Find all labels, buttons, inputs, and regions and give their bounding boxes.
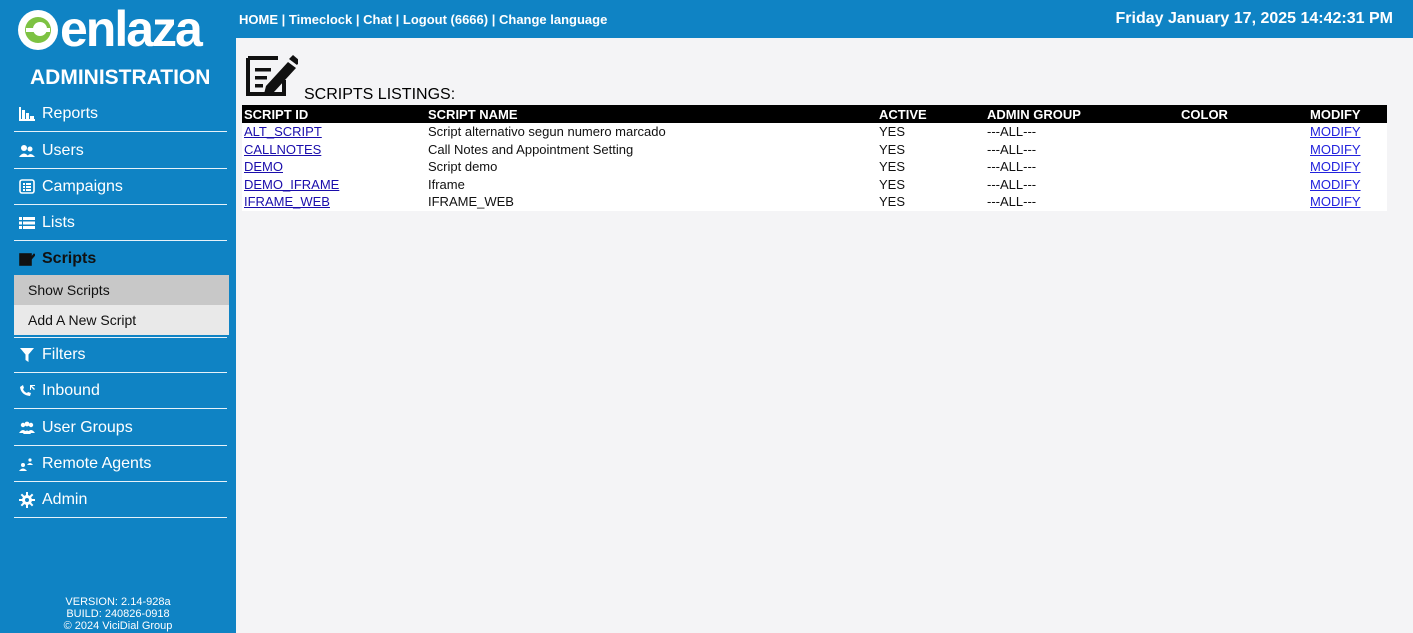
current-datetime: Friday January 17, 2025 14:42:31 PM: [1115, 10, 1394, 27]
sidebar-item-admin[interactable]: Admin: [14, 482, 227, 518]
modify-link[interactable]: MODIFY: [1310, 142, 1361, 157]
timeclock-link[interactable]: Timeclock: [289, 12, 352, 27]
color-cell: [1179, 193, 1308, 211]
column-header-active: ACTIVE: [877, 105, 985, 123]
user-groups-icon: [16, 420, 38, 436]
remote-agents-icon: [16, 456, 38, 472]
users-icon: [16, 143, 38, 159]
sidebar-item-users[interactable]: Users: [14, 133, 227, 169]
sidebar-item-label: Users: [42, 141, 84, 159]
column-header-admin-group: ADMIN GROUP: [985, 105, 1179, 123]
column-header-modify: MODIFY: [1308, 105, 1387, 123]
sidebar-item-label: Admin: [42, 490, 88, 508]
script-id-link[interactable]: DEMO_IFRAME: [244, 177, 339, 192]
active-cell: YES: [879, 194, 906, 210]
inbound-icon: [16, 383, 38, 399]
admin-section-title: ADMINISTRATION: [30, 66, 211, 89]
link-separator: |: [278, 12, 289, 27]
chat-link[interactable]: Chat: [363, 12, 392, 27]
color-cell: [1179, 158, 1308, 176]
admin-group-cell: ---ALL---: [987, 141, 1037, 157]
edit-document-icon: [246, 55, 298, 96]
table-row: DEMO Script demo YES ---ALL--- MODIFY: [242, 158, 1387, 176]
top-bar: HOME | Timeclock | Chat | Logout (6666) …: [236, 0, 1413, 38]
sidebar-item-label: Remote Agents: [42, 454, 152, 472]
sidebar-item-label: Lists: [42, 213, 75, 231]
sidebar-item-lists[interactable]: Lists: [14, 205, 227, 241]
column-header-color: COLOR: [1179, 105, 1308, 123]
script-id-link[interactable]: CALLNOTES: [244, 142, 321, 157]
sidebar-item-label: User Groups: [42, 418, 133, 436]
script-name-cell: Script demo: [428, 159, 498, 175]
table-row: CALLNOTES Call Notes and Appointment Set…: [242, 141, 1387, 159]
logo-mark-icon: [18, 10, 58, 50]
script-name-cell: Call Notes and Appointment Setting: [428, 141, 634, 157]
modify-link[interactable]: MODIFY: [1310, 177, 1361, 192]
home-link[interactable]: HOME: [239, 12, 278, 27]
top-links: HOME | Timeclock | Chat | Logout (6666) …: [239, 12, 607, 27]
color-cell: [1179, 176, 1308, 194]
gear-icon: [16, 491, 38, 508]
filter-icon: [16, 347, 38, 363]
main-content: SCRIPTS LISTINGS: SCRIPT ID SCRIPT NAME …: [236, 38, 1413, 633]
script-name-cell: Iframe: [428, 176, 465, 192]
admin-group-cell: ---ALL---: [987, 194, 1037, 210]
script-id-link[interactable]: ALT_SCRIPT: [244, 124, 322, 139]
sidebar: enlaza ADMINISTRATION Reports Users Camp…: [0, 0, 236, 633]
admin-group-cell: ---ALL---: [987, 159, 1037, 175]
sidebar-item-campaigns[interactable]: Campaigns: [14, 169, 227, 205]
color-cell: [1179, 123, 1308, 141]
table-row: DEMO_IFRAME Iframe YES ---ALL--- MODIFY: [242, 176, 1387, 194]
sidebar-item-scripts[interactable]: Scripts: [14, 241, 227, 277]
enlaza-logo[interactable]: enlaza: [16, 1, 236, 62]
table-header-row: SCRIPT ID SCRIPT NAME ACTIVE ADMIN GROUP…: [242, 105, 1387, 123]
sidebar-item-label: Campaigns: [42, 177, 123, 195]
modify-link[interactable]: MODIFY: [1310, 159, 1361, 174]
active-cell: YES: [879, 124, 906, 140]
sidebar-item-label: Scripts: [42, 250, 97, 267]
sidebar-item-filters[interactable]: Filters: [14, 337, 227, 373]
logo-text: enlaza: [60, 1, 203, 57]
sidebar-subitem-add-new-script[interactable]: Add A New Script: [14, 305, 229, 335]
active-cell: YES: [879, 141, 906, 157]
logout-link[interactable]: Logout (6666): [403, 12, 488, 27]
build-text: BUILD: 240826-0918: [66, 608, 170, 620]
sidebar-item-label: Filters: [42, 346, 86, 363]
sidebar-item-label: Reports: [42, 104, 99, 122]
scripts-icon: [16, 251, 38, 267]
link-separator: |: [392, 12, 403, 27]
link-separator: |: [488, 12, 499, 27]
script-name-cell: IFRAME_WEB: [428, 194, 514, 210]
script-id-link[interactable]: DEMO: [244, 159, 283, 174]
reports-icon: [16, 106, 38, 122]
copyright-text: © 2024 ViciDial Group: [63, 620, 173, 632]
column-header-script-name: SCRIPT NAME: [426, 105, 877, 123]
admin-group-cell: ---ALL---: [987, 176, 1037, 192]
lists-icon: [16, 215, 38, 231]
table-row: IFRAME_WEB IFRAME_WEB YES ---ALL--- MODI…: [242, 193, 1387, 211]
version-text: VERSION: 2.14-928a: [65, 596, 171, 608]
version-info: VERSION: 2.14-928a BUILD: 240826-0918 © …: [0, 596, 236, 632]
modify-link[interactable]: MODIFY: [1310, 194, 1361, 209]
scripts-table: SCRIPT ID SCRIPT NAME ACTIVE ADMIN GROUP…: [242, 105, 1387, 211]
page-title: SCRIPTS LISTINGS:: [304, 86, 456, 103]
link-separator: |: [352, 12, 364, 27]
admin-group-cell: ---ALL---: [987, 124, 1037, 140]
active-cell: YES: [879, 159, 906, 175]
modify-link[interactable]: MODIFY: [1310, 124, 1361, 139]
table-row: ALT_SCRIPT Script alternativo segun nume…: [242, 123, 1387, 141]
sidebar-item-user-groups[interactable]: User Groups: [14, 410, 227, 446]
campaigns-icon: [16, 179, 38, 195]
sidebar-item-label: Inbound: [42, 381, 100, 399]
active-cell: YES: [879, 176, 906, 192]
script-id-link[interactable]: IFRAME_WEB: [244, 194, 330, 209]
column-header-script-id: SCRIPT ID: [242, 105, 426, 123]
sidebar-item-remote-agents[interactable]: Remote Agents: [14, 446, 227, 482]
sidebar-subitem-show-scripts[interactable]: Show Scripts: [14, 275, 229, 305]
sidebar-item-reports[interactable]: Reports: [14, 96, 227, 132]
color-cell: [1179, 141, 1308, 159]
sidebar-item-inbound[interactable]: Inbound: [14, 373, 227, 409]
script-name-cell: Script alternativo segun numero marcado: [428, 124, 666, 140]
change-language-link[interactable]: Change language: [499, 12, 607, 27]
